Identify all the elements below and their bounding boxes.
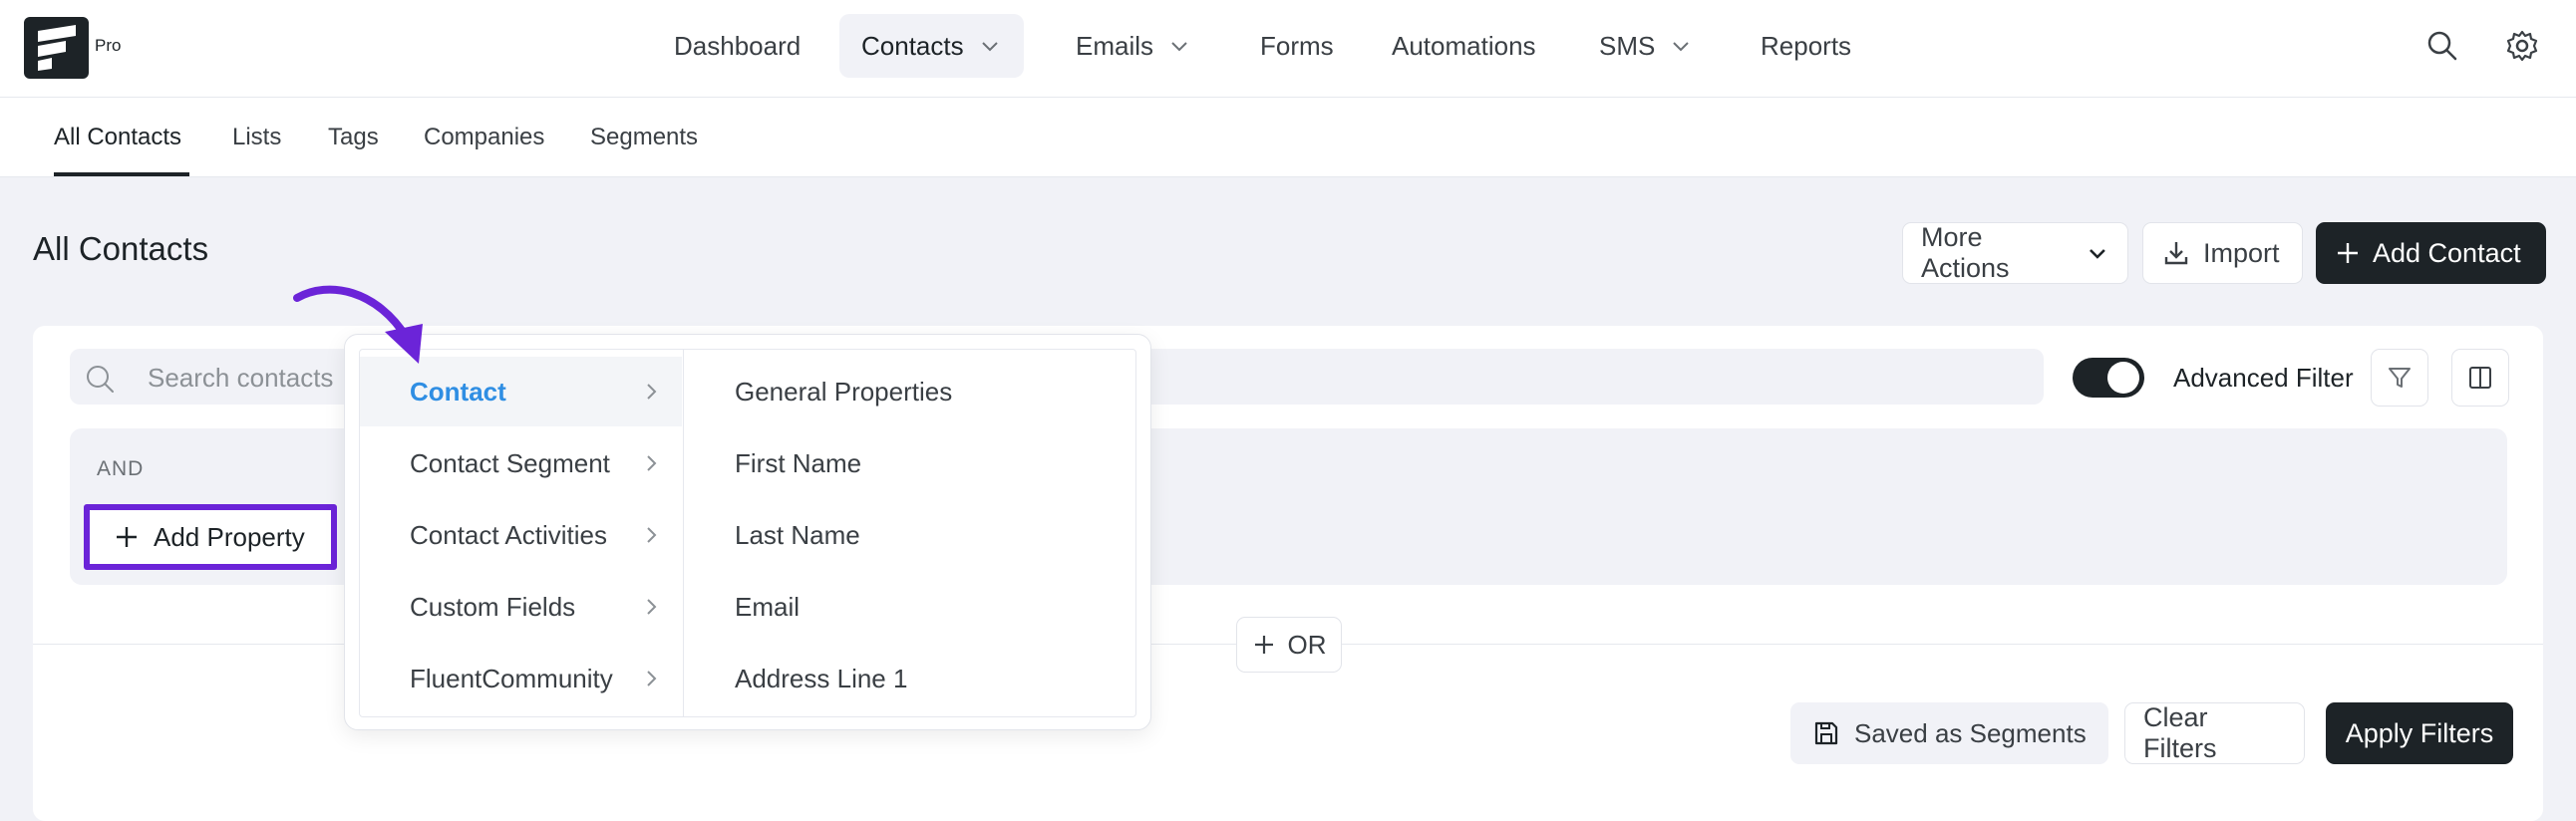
columns-icon — [2469, 367, 2491, 389]
tab-tags[interactable]: Tags — [328, 124, 379, 151]
funnel-icon — [2389, 368, 2411, 388]
nav-label: Dashboard — [674, 30, 802, 61]
category-label: Custom Fields — [410, 591, 576, 622]
saved-as-segments-label: Saved as Segments — [1854, 717, 2087, 748]
nav-label: Reports — [1761, 30, 1852, 61]
chevron-right-icon — [647, 599, 657, 615]
chevron-right-icon — [647, 527, 657, 543]
more-actions-label: More Actions — [1921, 222, 2010, 283]
property-first-name[interactable]: First Name — [735, 448, 861, 479]
nav-automations[interactable]: Automations — [1370, 14, 1558, 78]
category-fluentcommunity[interactable]: FluentCommunity — [360, 644, 682, 713]
add-property-button[interactable]: Add Property — [84, 504, 337, 570]
property-address-line-1[interactable]: Address Line 1 — [735, 664, 907, 694]
add-or-group-button[interactable]: OR — [1236, 617, 1342, 673]
import-label: Import — [2203, 237, 2280, 268]
add-contact-label: Add Contact — [2373, 237, 2521, 268]
category-contact-activities[interactable]: Contact Activities — [360, 500, 682, 570]
add-contact-button[interactable]: Add Contact — [2316, 222, 2546, 284]
nav-label: Automations — [1392, 30, 1536, 61]
group-operator-label: AND — [97, 457, 145, 480]
advanced-filter-label: Advanced Filter — [2173, 363, 2354, 393]
apply-filters-button[interactable]: Apply Filters — [2326, 702, 2513, 764]
import-button[interactable]: Import — [2142, 222, 2303, 284]
search-icon — [87, 366, 114, 393]
download-icon — [2164, 242, 2188, 265]
nav-label: Emails — [1076, 30, 1154, 61]
category-custom-fields[interactable]: Custom Fields — [360, 572, 682, 642]
tab-segments[interactable]: Segments — [590, 124, 698, 151]
annotation-arrow-icon — [293, 285, 423, 364]
nav-label: SMS — [1599, 30, 1656, 61]
dropdown-separator — [683, 349, 684, 717]
gear-icon[interactable] — [2504, 28, 2540, 64]
plus-icon — [117, 527, 137, 547]
category-label: Contact Activities — [410, 519, 607, 550]
category-label: FluentCommunity — [410, 663, 613, 693]
tab-lists[interactable]: Lists — [232, 124, 281, 151]
property-last-name[interactable]: Last Name — [735, 520, 860, 551]
fluent-logo-icon — [38, 25, 76, 71]
nav-emails[interactable]: Emails — [1054, 14, 1213, 78]
category-contact-segment[interactable]: Contact Segment — [360, 428, 682, 498]
nav-forms[interactable]: Forms — [1238, 14, 1356, 78]
brand-logo[interactable] — [24, 17, 89, 79]
nav-sms[interactable]: SMS — [1577, 14, 1715, 78]
filter-button[interactable] — [2371, 349, 2428, 407]
pro-badge: Pro — [95, 36, 122, 55]
category-label: Contact — [410, 376, 506, 407]
nav-label: Contacts — [861, 30, 964, 61]
floppy-disk-icon — [1814, 721, 1838, 745]
clear-filters-button[interactable]: Clear Filters — [2124, 702, 2305, 764]
chevron-right-icon — [647, 671, 657, 686]
active-tab-underline — [54, 172, 189, 176]
category-label: Contact Segment — [410, 447, 610, 478]
property-email[interactable]: Email — [735, 592, 800, 623]
chevron-right-icon — [647, 455, 657, 471]
nav-label: Forms — [1260, 30, 1334, 61]
apply-filters-label: Apply Filters — [2345, 717, 2494, 748]
chevron-down-icon — [1171, 42, 1187, 52]
nav-reports[interactable]: Reports — [1739, 14, 1873, 78]
toggle-knob — [2107, 362, 2139, 394]
property-general-properties[interactable]: General Properties — [735, 377, 952, 408]
nav-contacts[interactable]: Contacts — [839, 14, 1024, 78]
chevron-down-icon — [2090, 249, 2105, 259]
add-property-label: Add Property — [154, 521, 305, 552]
tab-all-contacts[interactable]: All Contacts — [54, 124, 181, 151]
plus-icon — [2338, 243, 2358, 263]
plus-icon — [1254, 636, 1273, 654]
sub-nav — [0, 98, 2576, 177]
page-title: All Contacts — [33, 230, 209, 267]
search-icon[interactable] — [2424, 28, 2460, 64]
or-label: OR — [1287, 629, 1327, 660]
chevron-down-icon — [1673, 42, 1690, 52]
chevron-right-icon — [647, 384, 657, 400]
clear-filters-label: Clear Filters — [2143, 702, 2217, 763]
more-actions-button[interactable]: More Actions — [1902, 222, 2128, 284]
tab-companies[interactable]: Companies — [424, 124, 544, 151]
nav-dashboard[interactable]: Dashboard — [652, 14, 822, 78]
columns-button[interactable] — [2451, 349, 2509, 407]
save-as-segment-button[interactable]: Saved as Segments — [1790, 702, 2108, 764]
chevron-down-icon — [981, 42, 998, 52]
